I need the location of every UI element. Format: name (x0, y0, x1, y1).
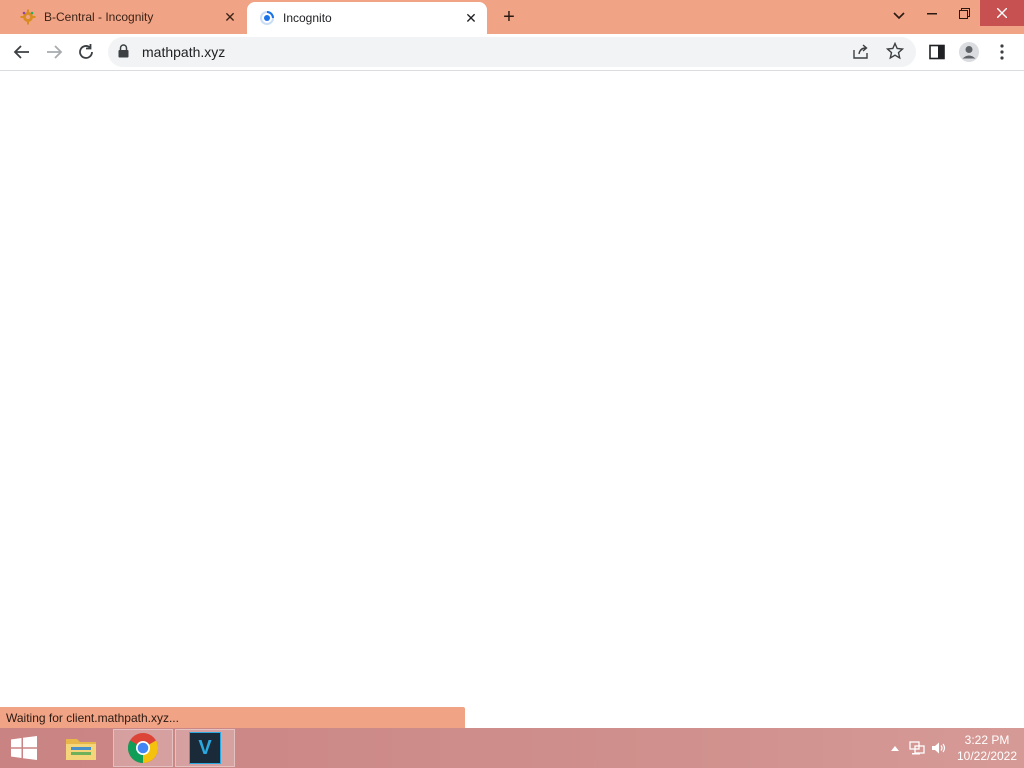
tab-b-central[interactable]: B-Central - Incognity ✕ (8, 0, 246, 34)
tab-strip: B-Central - Incognity ✕ Incognito ✕ + (0, 0, 1024, 34)
network-icon[interactable] (906, 738, 928, 758)
forward-arrow-icon[interactable] (40, 38, 68, 66)
tab-title: Incognito (283, 11, 332, 25)
profile-avatar-icon[interactable] (955, 38, 983, 66)
taskbar: V 3:22 PM 10/22/2022 (0, 728, 1024, 768)
page-content (0, 71, 1024, 728)
clock-time: 3:22 PM (964, 733, 1010, 747)
show-hidden-icons-chevron-icon[interactable] (884, 738, 906, 758)
close-tab-icon[interactable]: ✕ (461, 8, 481, 28)
gear-logo-icon (20, 9, 36, 25)
back-arrow-icon[interactable] (8, 38, 36, 66)
loading-spinner-icon (259, 10, 275, 26)
v-app-icon[interactable]: V (175, 729, 235, 767)
window-controls (916, 0, 1024, 30)
more-menu-icon[interactable] (988, 38, 1016, 66)
share-icon[interactable] (852, 43, 869, 65)
volume-icon[interactable] (928, 738, 950, 758)
close-tab-icon[interactable]: ✕ (220, 7, 240, 27)
v-app-letter: V (198, 736, 212, 759)
close-window-icon[interactable] (980, 0, 1024, 26)
minimize-icon[interactable] (916, 0, 948, 26)
tab-incognito[interactable]: Incognito ✕ (247, 2, 487, 34)
address-bar[interactable]: mathpath.xyz (108, 37, 916, 67)
status-text: Waiting for client.mathpath.xyz... (6, 710, 179, 725)
restore-icon[interactable] (948, 0, 980, 26)
clock[interactable]: 3:22 PM 10/22/2022 (950, 732, 1024, 764)
chrome-icon[interactable] (113, 729, 173, 767)
tab-title: B-Central - Incognity (44, 10, 154, 24)
reload-icon[interactable] (72, 38, 100, 66)
system-tray: 3:22 PM 10/22/2022 (884, 728, 1024, 768)
bookmark-star-icon[interactable] (885, 41, 905, 65)
windows-start-icon[interactable] (0, 728, 48, 768)
url-text[interactable]: mathpath.xyz (142, 44, 225, 60)
lock-icon[interactable] (118, 44, 129, 63)
new-tab-button[interactable]: + (498, 5, 520, 29)
tab-search-chevron-icon[interactable] (889, 6, 909, 26)
file-explorer-icon[interactable] (51, 729, 111, 767)
clock-date: 10/22/2022 (956, 749, 1018, 763)
browser-toolbar: mathpath.xyz (0, 34, 1024, 71)
side-panel-icon[interactable] (923, 38, 951, 66)
status-bubble: Waiting for client.mathpath.xyz... (0, 707, 465, 728)
